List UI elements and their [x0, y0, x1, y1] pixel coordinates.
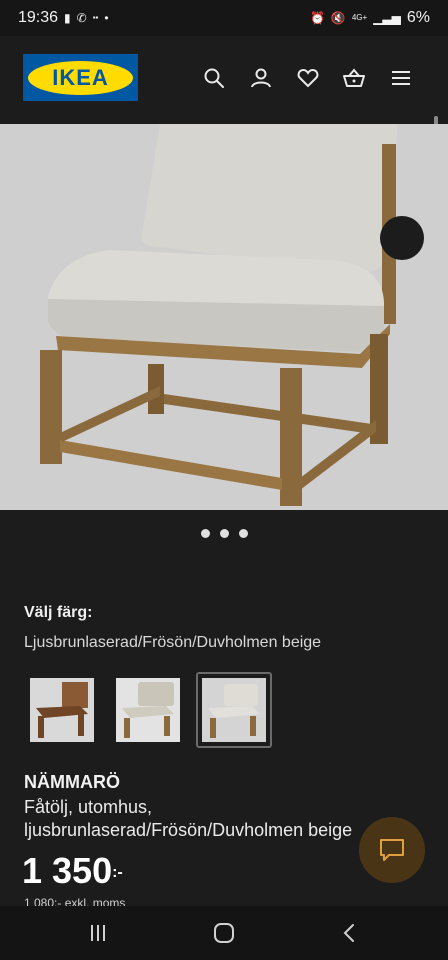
alarm-icon: ⏰	[309, 11, 325, 25]
chair-thumb-selected	[202, 678, 266, 742]
heart-icon[interactable]	[296, 66, 320, 90]
swatch-thumbnail	[202, 678, 266, 742]
gallery-pagination	[0, 529, 448, 538]
search-icon[interactable]	[202, 66, 226, 90]
product-price: 1 350:-	[22, 850, 123, 892]
swatch-beige-cushion[interactable]	[110, 672, 186, 748]
menu-icon[interactable]	[389, 66, 413, 90]
description-line-1: Fåtölj, utomhus,	[24, 797, 153, 817]
swatch-brown[interactable]	[24, 672, 100, 748]
ikea-logo[interactable]: IKEA	[23, 54, 138, 101]
color-swatches	[24, 672, 272, 748]
chat-button[interactable]	[359, 817, 425, 883]
price-excl-vat: 1 080:- exkl. moms	[24, 896, 126, 906]
gallery-dot[interactable]	[219, 529, 229, 538]
chat-icon	[380, 839, 404, 861]
basket-icon[interactable]	[342, 66, 366, 90]
product-name: NÄMMARÖ	[24, 772, 120, 792]
product-image[interactable]	[0, 124, 448, 510]
swatch-thumbnail	[116, 678, 180, 742]
image-overlay-button[interactable]	[380, 216, 424, 260]
status-time: 19:36	[18, 9, 59, 26]
signal-icon: ▁▃▅	[373, 11, 401, 25]
product-description: Fåtölj, utomhus, ljusbrunlaserad/Frösön/…	[24, 796, 394, 842]
temu-icon: ▪▪	[92, 13, 99, 22]
logo-oval: IKEA	[28, 60, 133, 95]
chair-thumb-brown	[30, 678, 94, 742]
chair-thumb-beige	[116, 678, 180, 742]
account-icon[interactable]	[249, 66, 273, 90]
site-header: IKEA	[0, 36, 448, 184]
phone-icon: ✆	[76, 11, 87, 25]
swatch-thumbnail	[30, 678, 94, 742]
network-label: 4G+	[351, 13, 368, 22]
home-icon[interactable]	[212, 921, 236, 945]
recent-apps-icon[interactable]	[86, 921, 110, 945]
description-line-2: ljusbrunlaserad/Frösön/Duvholmen beige	[24, 820, 353, 840]
dot-icon: •	[104, 11, 109, 25]
swatch-beige-selected[interactable]	[196, 672, 272, 748]
status-bar: 19:36 ▮ ✆ ▪▪ • ⏰ 🔇 4G+ ▁▃▅ 6%	[0, 0, 448, 36]
system-nav-bar	[0, 906, 448, 960]
chair-illustration	[40, 124, 398, 506]
price-decimal: :-	[112, 864, 123, 881]
gallery-dot[interactable]	[200, 529, 210, 538]
battery-percent: 6%	[406, 9, 430, 26]
logo-text: IKEA	[52, 64, 109, 90]
notification-icon: ▮	[64, 11, 71, 25]
gallery-dot[interactable]	[238, 529, 248, 538]
price-main: 1 350	[22, 850, 113, 891]
back-icon[interactable]	[338, 921, 362, 945]
mute-icon: 🔇	[330, 11, 346, 25]
color-label: Välj färg:	[24, 604, 93, 621]
color-value: Ljusbrunlaserad/Frösön/Duvholmen beige	[24, 634, 322, 651]
